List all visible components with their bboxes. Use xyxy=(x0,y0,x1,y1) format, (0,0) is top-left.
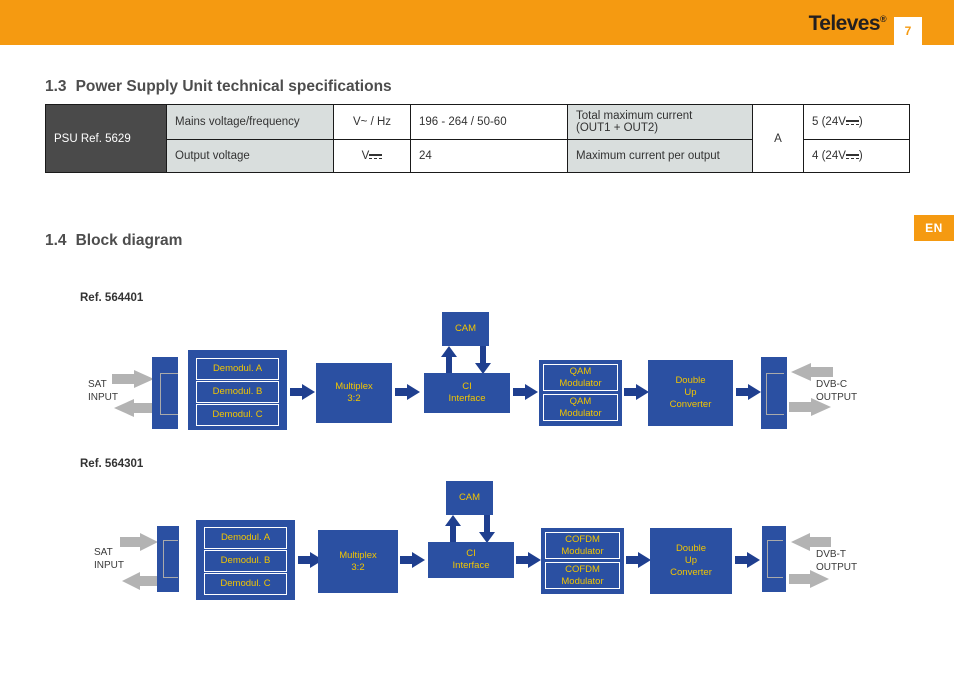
modulator-2-label-line1: COFDM xyxy=(565,564,600,575)
demodulator-a-label: Demodul. A xyxy=(212,363,263,375)
demodulator-a-label: Demodul. A xyxy=(220,532,271,544)
sat-input-connector-bracket-icon xyxy=(163,540,178,578)
modulator-2-block: QAM Modulator xyxy=(543,394,618,421)
modulator-1-label-line2: Modulator xyxy=(561,545,604,557)
demodulator-b-block: Demodul. B xyxy=(204,550,287,572)
modulator-1-label-line1: COFDM xyxy=(565,534,600,545)
multiplex-label-line2: 3:2 xyxy=(351,561,365,573)
demodulator-c-label: Demodul. C xyxy=(212,409,263,421)
arrow-cam-to-ci-icon xyxy=(479,515,495,543)
dvb-output-label-line1: DVB-T xyxy=(816,549,846,560)
converter-label-line2: Up xyxy=(684,555,698,566)
modulator-2-label-line2: Modulator xyxy=(559,407,602,419)
dvb-output-label-line2: OUTPUT xyxy=(816,562,858,573)
language-badge[interactable]: EN xyxy=(914,215,954,241)
converter-label-line2: Up xyxy=(684,387,697,398)
arrow-ci-to-modulator-icon xyxy=(516,552,541,568)
ci-interface-label-line2: Interface xyxy=(448,393,486,404)
cam-label: CAM xyxy=(458,492,481,503)
cam-block: CAM xyxy=(442,312,489,346)
sat-input-arrow-out-icon xyxy=(122,572,160,590)
modulator-1-label-line2: Modulator xyxy=(559,377,602,389)
ci-interface-label-line2: Interface xyxy=(452,560,490,571)
arrow-cam-to-ci-icon xyxy=(475,346,491,374)
demodulator-c-block: Demodul. C xyxy=(204,573,287,595)
language-badge-label: EN xyxy=(925,221,943,235)
block-diagram-section-number: 1.4 xyxy=(45,232,67,249)
cam-block: CAM xyxy=(446,481,493,515)
dvb-output-label-line1: DVB-C xyxy=(816,379,848,390)
multiplex-label-line1: Multiplex xyxy=(335,381,373,392)
demodulator-b-label: Demodul. B xyxy=(220,555,271,567)
sat-input-arrow-out-icon xyxy=(114,399,156,417)
modulator-1-label-line1: QAM xyxy=(569,366,592,377)
output-connector-bracket-icon xyxy=(766,373,784,415)
modulator-2-label-line2: Modulator xyxy=(561,575,604,587)
output-connector-bracket-icon xyxy=(767,540,783,578)
ci-interface-label-line1: CI xyxy=(462,381,472,392)
modulator-2-label-line1: QAM xyxy=(569,396,592,407)
arrow-modulator-to-converter-icon xyxy=(624,384,649,400)
double-up-converter-block: Double Up Converter xyxy=(648,360,733,426)
dvb-output-label: DVB-C OUTPUT xyxy=(816,378,857,404)
diagram-ref-label: Ref. 564301 xyxy=(80,458,144,470)
sat-input-connector-bracket-icon xyxy=(160,373,178,415)
arrow-demod-to-multiplex-icon xyxy=(290,384,315,400)
multiplex-block: Multiplex 3:2 xyxy=(316,363,392,423)
dvb-output-label: DVB-T OUTPUT xyxy=(816,548,857,574)
diagram-ref-label: Ref. 564401 xyxy=(80,292,144,304)
arrow-converter-to-output-icon xyxy=(736,384,761,400)
demodulator-c-block: Demodul. C xyxy=(196,404,279,426)
arrow-ci-to-cam-icon xyxy=(445,515,461,543)
multiplex-label-line2: 3:2 xyxy=(347,393,361,404)
block-diagram-section-title: Block diagram xyxy=(75,232,183,249)
modulator-1-block: COFDM Modulator xyxy=(545,532,620,559)
arrow-ci-to-cam-icon xyxy=(441,346,457,374)
double-up-converter-block: Double Up Converter xyxy=(650,528,732,594)
sat-input-arrow-in-icon xyxy=(120,533,158,551)
demodulator-a-block: Demodul. A xyxy=(196,358,279,380)
demodulator-b-label: Demodul. B xyxy=(212,386,263,398)
ci-interface-label-line1: CI xyxy=(466,548,476,559)
converter-label-line1: Double xyxy=(675,543,707,554)
modulator-1-block: QAM Modulator xyxy=(543,364,618,391)
arrow-ci-to-modulator-icon xyxy=(513,384,538,400)
arrow-multiplex-to-ci-icon xyxy=(395,384,420,400)
dvb-output-label-line2: OUTPUT xyxy=(816,392,858,403)
arrow-converter-to-output-icon xyxy=(735,552,760,568)
converter-label-line3: Converter xyxy=(669,399,712,410)
demodulator-c-label: Demodul. C xyxy=(220,578,271,590)
converter-label-line3: Converter xyxy=(670,567,712,578)
converter-label-line1: Double xyxy=(675,375,706,386)
multiplex-block: Multiplex 3:2 xyxy=(318,530,398,593)
arrow-modulator-to-converter-icon xyxy=(626,552,651,568)
multiplex-label-line1: Multiplex xyxy=(339,549,377,561)
block-diagram-section-heading: 1.4 Block diagram xyxy=(45,232,182,250)
arrow-multiplex-to-ci-icon xyxy=(400,552,425,568)
sat-input-label-line2: INPUT xyxy=(94,560,124,571)
ci-interface-block: CI Interface xyxy=(428,542,514,578)
demodulator-b-block: Demodul. B xyxy=(196,381,279,403)
demodulator-a-block: Demodul. A xyxy=(204,527,287,549)
block-diagram-564301: Ref. 564301 SAT INPUT Demodul. A Demodul… xyxy=(0,0,954,600)
modulator-2-block: COFDM Modulator xyxy=(545,562,620,589)
ci-interface-block: CI Interface xyxy=(424,373,510,413)
cam-label: CAM xyxy=(454,323,477,334)
sat-input-arrow-in-icon xyxy=(112,370,154,388)
